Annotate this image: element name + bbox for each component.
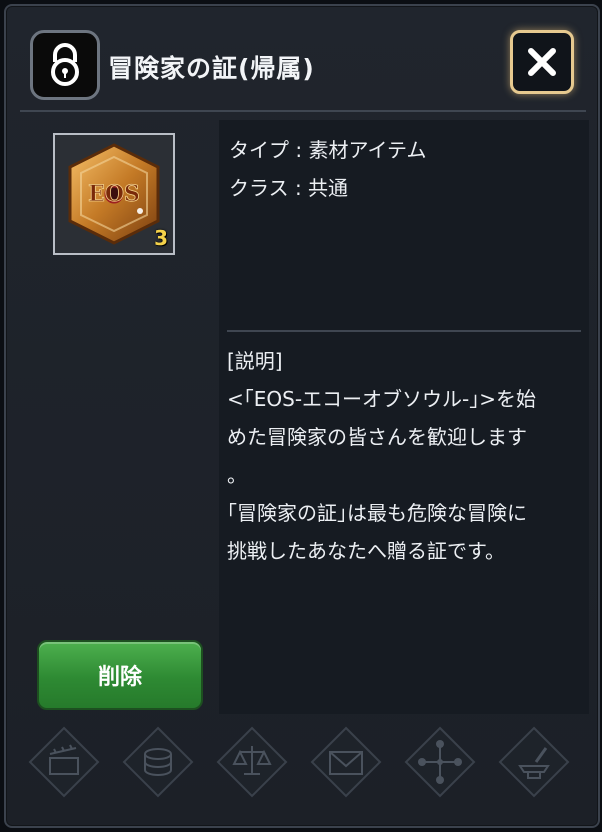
info-divider [227,330,581,332]
window-header: 冒険家の証(帰属) [20,20,586,112]
item-quantity: 3 [154,226,168,250]
network-icon [404,726,476,798]
item-type: タイプ : 素材アイテム [229,138,427,162]
item-description: [説明] <｢EOS-エコーオブソウル-｣>を始 めた冒険家の皆さんを歓迎します… [227,342,583,570]
item-icon-slot[interactable]: EOS 3 [53,133,175,255]
action-button-scale[interactable] [216,726,288,798]
desc-line: <｢EOS-エコーオブソウル-｣>を始 [227,387,537,411]
lock-icon [51,43,79,86]
action-button-network[interactable] [404,726,476,798]
desc-line: ｢冒険家の証｣は最も危険な冒険に [227,501,527,525]
desc-line: 挑戦したあなたへ贈る証です。 [227,539,505,563]
anvil-icon [498,726,570,798]
item-info-panel: タイプ : 素材アイテム クラス : 共通 [説明] <｢EOS-エコーオブソウ… [219,120,589,714]
item-detail-window: 冒険家の証(帰属) EOS 3 削除 タイプ : 素材アイテム クラス: 共通… [4,4,600,828]
clapperboard-icon [28,726,100,798]
action-bar [18,716,588,816]
desc-heading: [説明] [227,349,283,373]
delete-button[interactable]: 削除 [37,640,203,710]
scale-icon [216,726,288,798]
eos-badge-text: EOS [88,181,140,207]
action-button-coins[interactable] [122,726,194,798]
close-icon [528,48,556,76]
desc-line: 。 [227,463,247,487]
coin-stack-icon [122,726,194,798]
item-class: クラス : 共通 [229,176,349,200]
action-button-craft[interactable] [498,726,570,798]
window-title: 冒険家の証(帰属) [108,54,315,83]
action-button-clapperboard[interactable] [28,726,100,798]
bound-lock-badge [30,30,100,100]
mail-icon [310,726,382,798]
desc-line: めた冒険家の皆さんを歓迎します [227,425,527,449]
action-button-mail[interactable] [310,726,382,798]
close-button[interactable] [510,30,574,94]
